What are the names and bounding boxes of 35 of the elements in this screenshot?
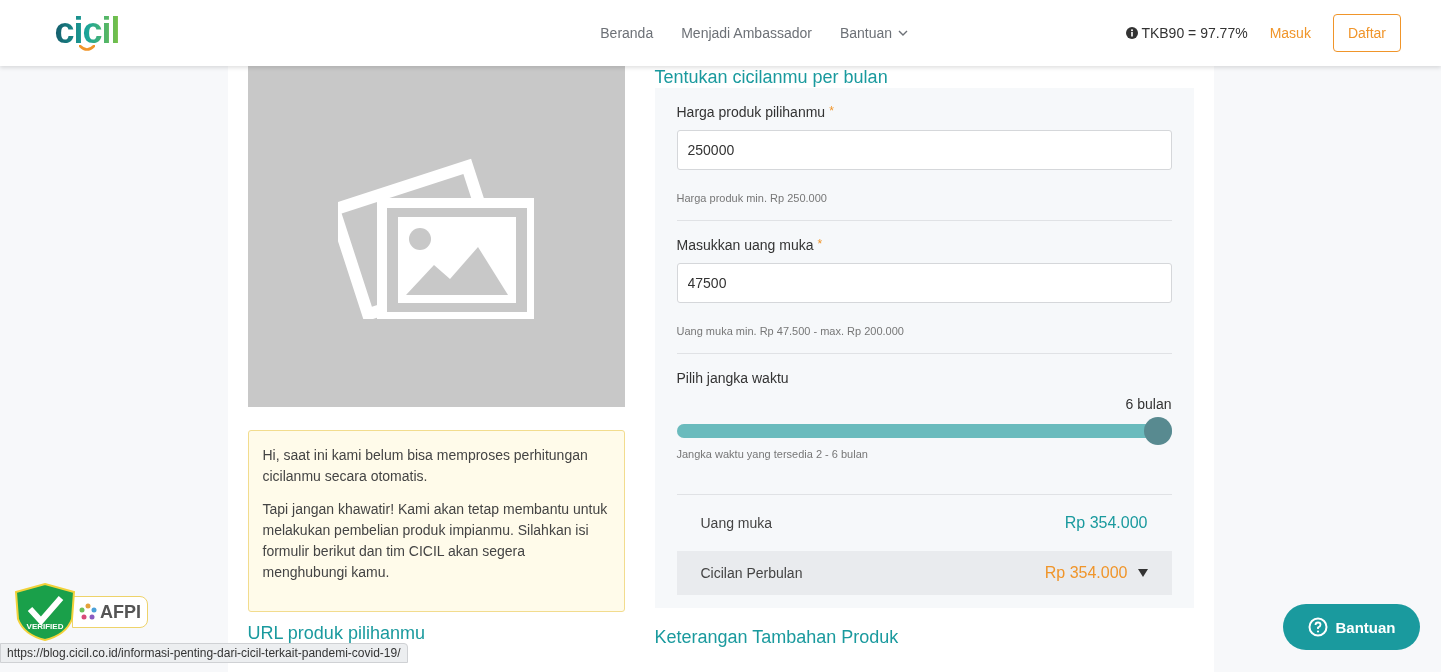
afpi-badge: AFPI [72,596,148,628]
required-mark: * [829,104,834,120]
required-mark: * [817,237,823,253]
input-field[interactable]: 47500 [676,263,1172,303]
status-url: https://blog.cicil.co.id/informasi-penting-dari-cicil-terkait-pandemi-covid-19/ [0,643,408,663]
summary-label: Cicilan Perbulan [700,565,803,581]
summary-value: Rp 354.000 [1064,514,1148,532]
summary-value: Rp 354.000 [1044,564,1128,582]
slider-thumb[interactable] [1143,417,1172,445]
summary-label: Uang muka [700,515,773,531]
summary-row[interactable]: Cicilan Perbulan Rp 354.000 [676,551,1172,595]
chevron-down-icon [898,30,909,36]
section-heading: Tentukan cicilanmu per bulan [654,66,889,88]
slider-reading: 6 bulan [1125,396,1172,412]
smile-icon [79,45,95,51]
verified-shield: VERIFIED [14,583,76,641]
field-label: Harga produk pilihanmu [676,104,826,120]
section-heading: Keterangan Tambahan Produk [654,626,900,648]
notice-text: Tapi jangan khawatir! Kami akan tetap membantu untuk melakukan pembelian produk impianmu. Silahkan isi formulir berikut dan tim CICIL akan segera menghubungi kamu. [262,500,609,582]
help-button[interactable]: Bantuan [1283,604,1420,650]
field-label: Masukkan uang muka [676,237,814,253]
section-heading: URL produk pilihanmu [247,622,426,644]
input-field[interactable]: 250000 [676,130,1172,170]
field-label: Pilih jangka waktu [676,370,789,386]
notice-text: Hi, saat ini kami belum bisa memproses perhitungan cicilanmu secara otomatis. [262,446,589,486]
tkb-rate: TKB90 = 97.77% [1141,25,1248,41]
nav-link[interactable]: Bantuan [839,25,909,41]
field-hint: Harga produk min. Rp 250.000 [676,192,828,204]
field-hint: Uang muka min. Rp 47.500 - max. Rp 200.000 [676,325,905,337]
info-icon [1126,27,1139,39]
help-icon [1307,617,1328,637]
slider-hint: Jangka waktu yang tersedia 2 - 6 bulan [676,448,869,460]
caret-icon [1137,569,1148,577]
nav-link[interactable]: Beranda [600,25,654,41]
nav-link[interactable]: Menjadi Ambassador [681,25,812,41]
